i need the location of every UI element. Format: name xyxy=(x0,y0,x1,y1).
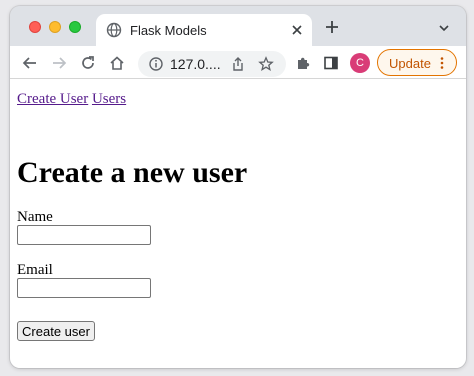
extensions-puzzle-icon[interactable] xyxy=(294,54,312,72)
more-menu-icon[interactable] xyxy=(438,56,446,70)
address-bar[interactable]: 127.0.... xyxy=(138,51,286,77)
close-window-button[interactable] xyxy=(29,21,41,33)
new-tab-icon[interactable] xyxy=(324,19,340,35)
create-user-button[interactable]: Create user xyxy=(17,321,95,341)
page-content: Create User Users Create a new user Name… xyxy=(10,79,466,368)
share-icon[interactable] xyxy=(230,56,246,72)
page-title: Create a new user xyxy=(17,156,248,189)
forward-arrow-icon[interactable] xyxy=(50,54,68,72)
close-tab-icon[interactable] xyxy=(290,23,304,37)
reload-icon[interactable] xyxy=(79,54,97,72)
globe-icon xyxy=(106,22,122,38)
tab-strip: Flask Models xyxy=(10,6,466,48)
profile-avatar[interactable]: C xyxy=(350,53,370,73)
update-button[interactable]: Update xyxy=(377,49,457,76)
url-text: 127.0.... xyxy=(170,56,221,72)
update-label: Update xyxy=(389,56,431,71)
name-label: Name xyxy=(17,209,53,225)
bookmark-star-icon[interactable] xyxy=(258,56,274,72)
top-nav: Create User Users xyxy=(17,91,126,108)
tab-title: Flask Models xyxy=(130,23,207,38)
home-icon[interactable] xyxy=(108,54,126,72)
email-label: Email xyxy=(17,262,53,278)
site-info-icon[interactable] xyxy=(148,56,164,72)
tab-flask-models[interactable]: Flask Models xyxy=(96,14,312,48)
side-panel-icon[interactable] xyxy=(322,54,340,72)
users-link[interactable]: Users xyxy=(92,91,126,107)
create-user-link[interactable]: Create User xyxy=(17,91,88,107)
browser-window: Flask Models 127.0.... C Update Create U… xyxy=(10,6,466,368)
zoom-window-button[interactable] xyxy=(69,21,81,33)
back-arrow-icon[interactable] xyxy=(21,54,39,72)
tab-search-chevron-icon[interactable] xyxy=(438,23,450,33)
browser-toolbar: 127.0.... C Update xyxy=(10,46,466,79)
name-field[interactable] xyxy=(17,225,151,245)
email-field[interactable] xyxy=(17,278,151,298)
minimize-window-button[interactable] xyxy=(49,21,61,33)
